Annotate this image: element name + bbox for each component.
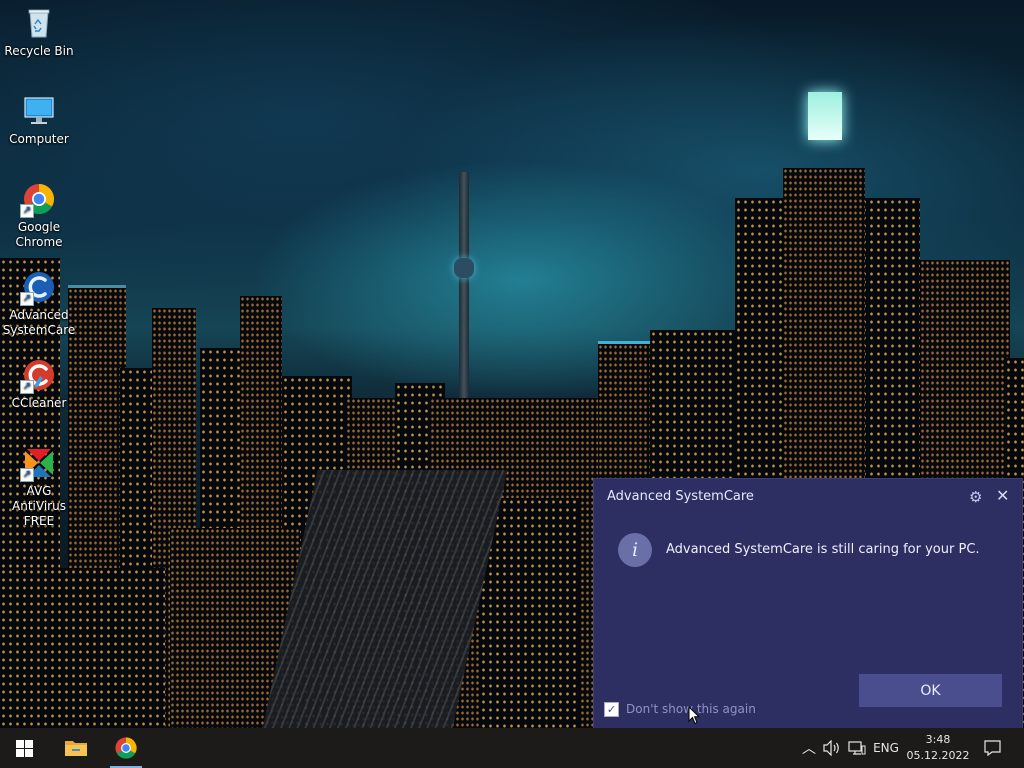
shortcut-arrow-icon: ↗ [20, 468, 34, 482]
start-button[interactable] [0, 728, 48, 768]
show-hidden-icons-chevron-icon[interactable]: ︿ [799, 728, 819, 768]
windows-logo-icon [15, 739, 33, 757]
desktop-icon-computer[interactable]: Computer [0, 94, 78, 147]
chrome-icon [115, 737, 137, 759]
chrome-icon: ↗ [20, 182, 56, 218]
ok-button[interactable]: OK [859, 674, 1002, 707]
close-icon[interactable]: ✕ [996, 488, 1012, 504]
taskbar-file-explorer[interactable] [52, 728, 100, 768]
desktop-icon-label: CCleaner [11, 396, 67, 410]
network-icon[interactable] [845, 728, 869, 768]
shortcut-arrow-icon: ↗ [20, 380, 34, 394]
desktop-icon-recycle-bin[interactable]: Recycle Bin [0, 6, 78, 59]
taskbar-google-chrome[interactable] [102, 728, 150, 768]
dialog-title: Advanced SystemCare [607, 489, 754, 504]
dont-show-again-checkbox[interactable]: ✓ [604, 702, 619, 717]
desktop-icon-ccleaner[interactable]: ↗ CCleaner [0, 358, 78, 411]
clock-date: 05.12.2022 [906, 749, 970, 762]
dialog-message: Advanced SystemCare is still caring for … [666, 542, 980, 557]
folder-icon [65, 741, 87, 756]
desktop-icon-avg-antivirus[interactable]: ↗ AVG AntiVirus FREE [0, 446, 78, 529]
desktop-icon-label: AVG AntiVirus FREE [12, 484, 66, 528]
ccleaner-icon: ↗ [20, 358, 56, 394]
recycle-bin-icon [22, 6, 56, 40]
settings-gear-icon[interactable]: ⚙ [969, 489, 985, 505]
shortcut-arrow-icon: ↗ [20, 292, 34, 306]
desktop-icon-label: Computer [9, 132, 69, 146]
desktop-icon-label: Advanced SystemCare [2, 308, 76, 337]
mouse-cursor-icon [688, 706, 700, 725]
advanced-systemcare-notification: Advanced SystemCare ⚙ ✕ i Advanced Syste… [594, 479, 1022, 728]
clock-time: 3:48 [925, 733, 951, 746]
shortcut-arrow-icon: ↗ [20, 204, 34, 218]
taskbar-clock[interactable]: 3:48 05.12.2022 [903, 732, 973, 764]
desktop-icon-label: Recycle Bin [4, 44, 74, 58]
info-icon: i [618, 533, 652, 567]
desktop-icon-label: Google Chrome [15, 220, 63, 249]
avg-antivirus-icon: ↗ [20, 446, 56, 482]
input-language-indicator[interactable]: ENG [870, 728, 902, 768]
advanced-systemcare-icon: ↗ [20, 270, 56, 306]
volume-icon[interactable] [821, 728, 843, 768]
desktop-icon-google-chrome[interactable]: ↗ Google Chrome [0, 182, 78, 250]
computer-icon [22, 94, 56, 128]
action-center-icon[interactable] [978, 728, 1006, 768]
taskbar: ︿ ENG 3:48 05.12.2022 [0, 728, 1024, 768]
desktop-icon-advanced-systemcare[interactable]: ↗ Advanced SystemCare [0, 270, 78, 338]
